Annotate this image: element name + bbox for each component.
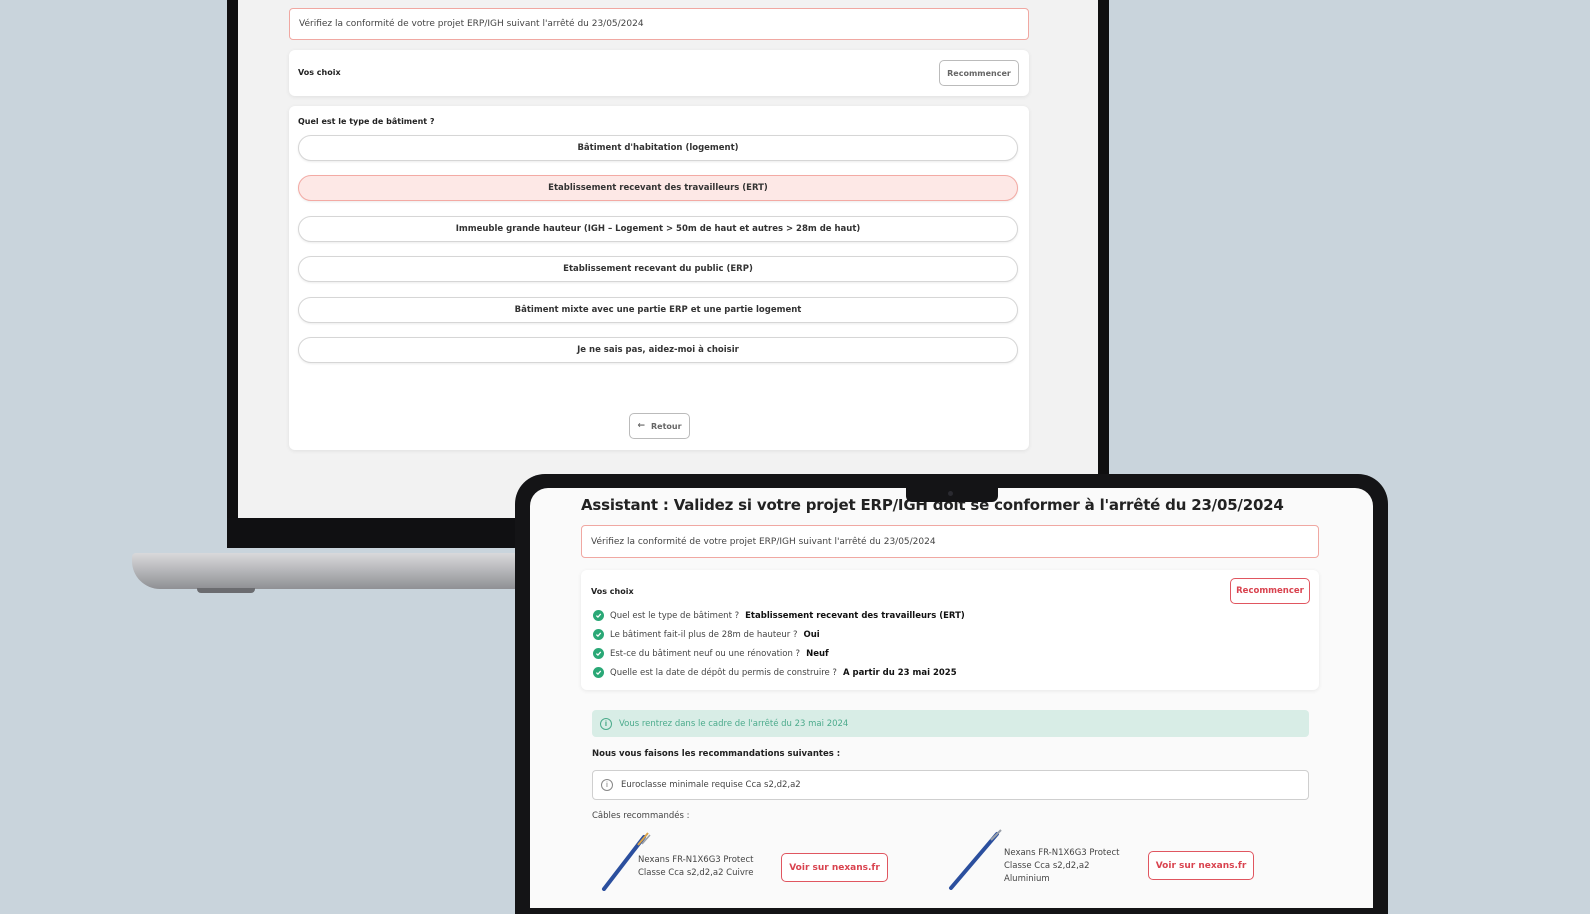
back-button[interactable]: ← Retour <box>629 413 690 439</box>
info-circle-icon: i <box>601 779 613 791</box>
laptop-foot <box>197 588 255 593</box>
info-circle-icon: i <box>600 717 612 730</box>
tablet-notice-text: Vérifiez la conformité de votre projet E… <box>591 536 936 547</box>
cable-link-button[interactable]: Voir sur nexans.fr <box>781 853 888 882</box>
euroclass-text: Euroclasse minimale requise Cca s2,d2,a2 <box>621 780 801 790</box>
status-message: Vous rentrez dans le cadre de l'arrêté d… <box>619 718 849 729</box>
laptop-screen: Vérifiez la conformité de votre projet E… <box>238 0 1098 518</box>
tablet-compliance-notice: Vérifiez la conformité de votre projet E… <box>581 525 1319 558</box>
tablet-screen: Assistant : Validez si votre projet ERP/… <box>530 488 1373 908</box>
cable-image <box>949 829 1002 890</box>
cable-link-button[interactable]: Voir sur nexans.fr <box>1148 851 1254 880</box>
answer-row: Est-ce du bâtiment neuf ou une rénovatio… <box>593 648 829 659</box>
camera-icon <box>948 491 953 496</box>
check-circle-icon <box>593 667 604 678</box>
question-title: Quel est le type de bâtiment ? <box>298 117 435 126</box>
check-circle-icon <box>593 610 604 621</box>
choices-card: Vos choix Recommencer <box>289 50 1029 96</box>
check-circle-icon <box>593 629 604 640</box>
tablet-choices-title: Vos choix <box>591 587 634 596</box>
option-help[interactable]: Je ne sais pas, aidez-moi à choisir <box>298 337 1018 363</box>
answer-row: Quel est le type de bâtiment ? Etablisse… <box>593 610 965 621</box>
tablet-choices-card: Vos choix Recommencer Quel est le type d… <box>581 570 1319 690</box>
choices-title: Vos choix <box>298 68 341 77</box>
cable-description: Nexans FR-N1X6G3 Protect Classe Cca s2,d… <box>1004 848 1120 884</box>
check-circle-icon <box>593 648 604 659</box>
recommendations-title: Nous vous faisons les recommandations su… <box>592 749 841 759</box>
option-igh[interactable]: Immeuble grande hauteur (IGH – Logement … <box>298 216 1018 242</box>
laptop-base <box>132 553 527 589</box>
compliance-notice: Vérifiez la conformité de votre projet E… <box>289 8 1029 40</box>
cable-description: Nexans FR-N1X6G3 Protect Classe Cca s2,d… <box>638 855 754 878</box>
back-label: Retour <box>651 421 682 431</box>
answer-row: Le bâtiment fait-il plus de 28m de haute… <box>593 629 820 640</box>
notice-text: Vérifiez la conformité de votre projet E… <box>299 19 644 29</box>
option-ert[interactable]: Etablissement recevant des travailleurs … <box>298 175 1018 201</box>
option-erp[interactable]: Etablissement recevant du public (ERP) <box>298 256 1018 282</box>
question-card: Quel est le type de bâtiment ? Bâtiment … <box>289 106 1029 450</box>
euroclass-box: i Euroclasse minimale requise Cca s2,d2,… <box>592 770 1309 800</box>
answer-row: Quelle est la date de dépôt du permis de… <box>593 667 957 678</box>
restart-button[interactable]: Recommencer <box>939 60 1019 86</box>
tablet-restart-button[interactable]: Recommencer <box>1230 578 1310 604</box>
cables-title: Câbles recommandés : <box>592 811 690 821</box>
option-habitation[interactable]: Bâtiment d'habitation (logement) <box>298 135 1018 161</box>
option-mixte[interactable]: Bâtiment mixte avec une partie ERP et un… <box>298 297 1018 323</box>
arrow-left-icon: ← <box>637 421 645 431</box>
status-banner: i Vous rentrez dans le cadre de l'arrêté… <box>592 710 1309 737</box>
